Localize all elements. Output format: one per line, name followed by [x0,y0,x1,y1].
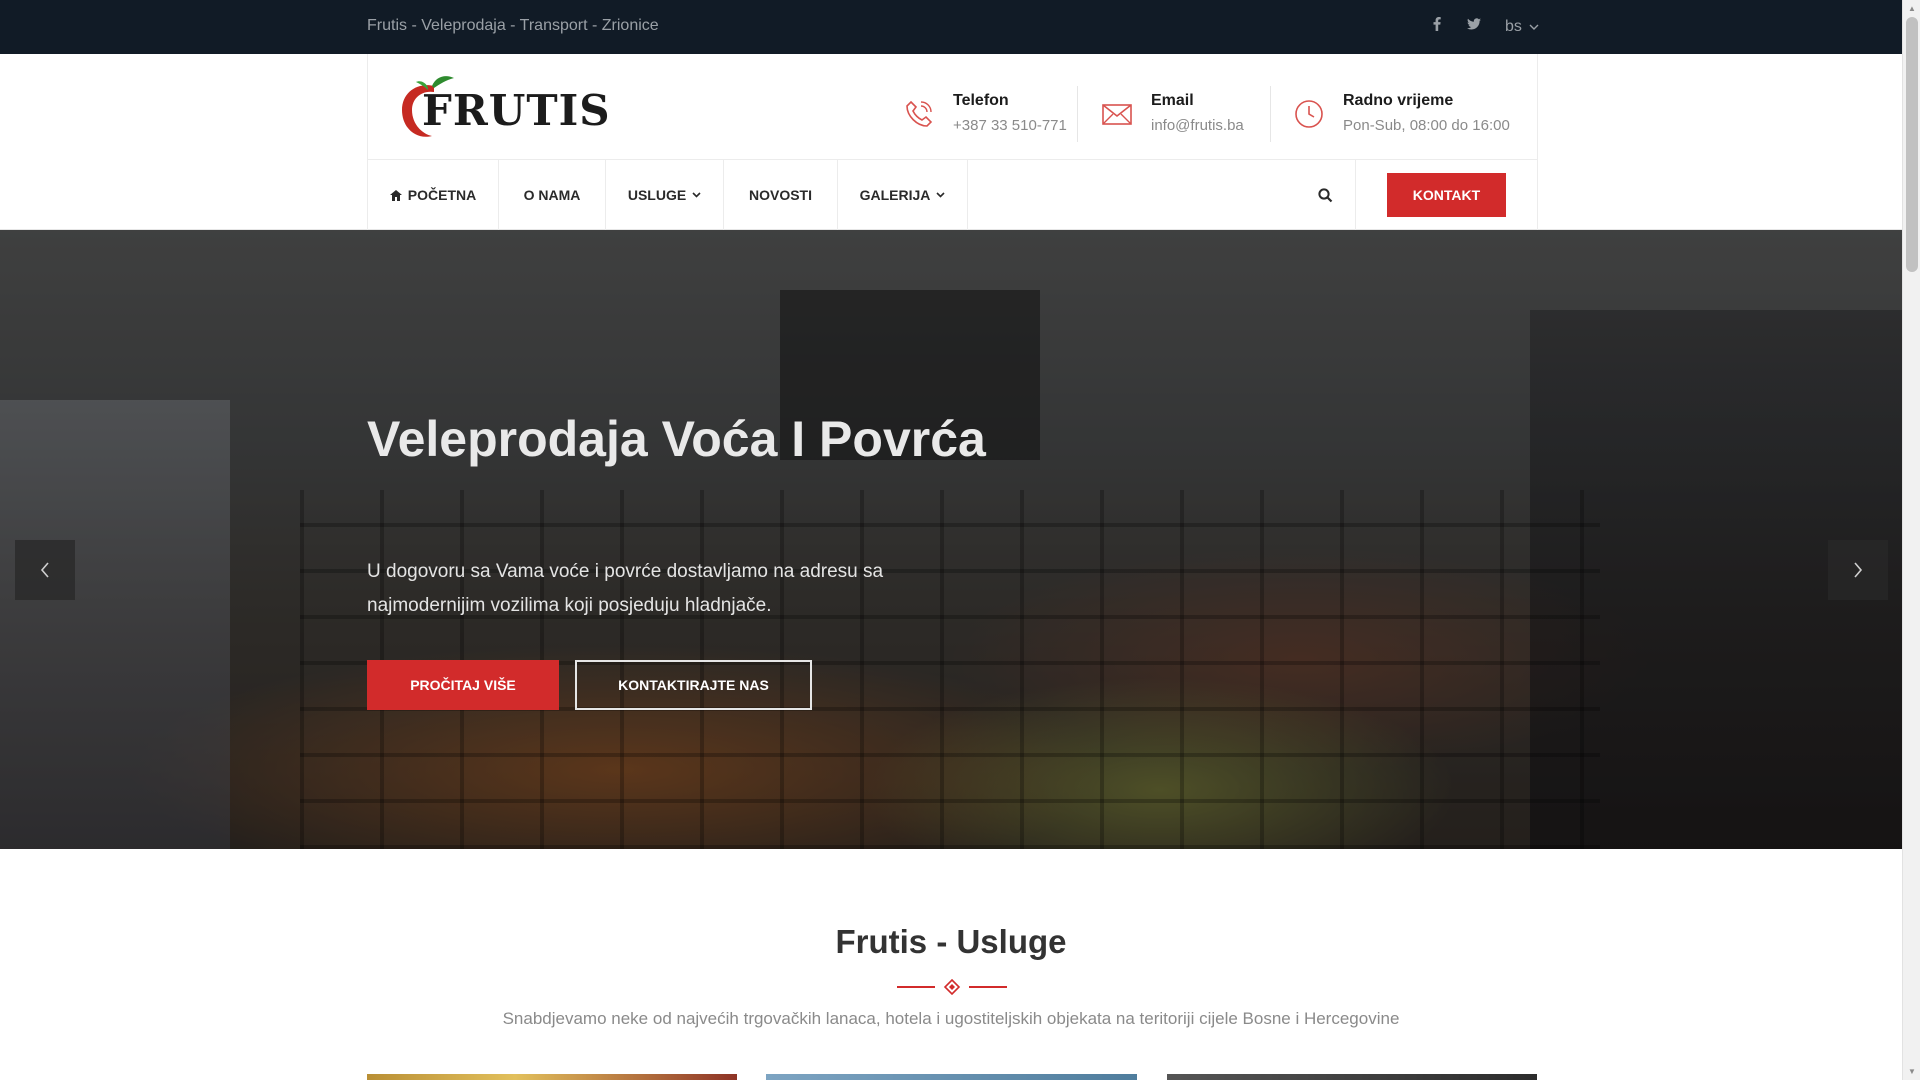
envelope-icon [1102,104,1132,125]
nav-item-usluge[interactable]: USLUGE [606,160,724,230]
email-value[interactable]: info@frutis.ba [1151,117,1244,134]
divider [1077,86,1078,142]
scrollbar-thumb[interactable] [1906,17,1918,272]
nav-label: O NAMA [523,187,581,203]
services-subtitle: Snabdjevamo neke od najvećih trgovačkih … [502,1009,1400,1028]
nav-label: NOVOSTI [748,187,812,203]
service-card-image[interactable] [766,1074,1137,1080]
service-card-image[interactable] [367,1074,737,1080]
chevron-down-icon [1529,24,1539,30]
twitter-icon[interactable] [1464,16,1484,36]
nav-label: POČETNA [407,187,477,203]
top-bar: Frutis - Veleprodaja - Transport - Zrion… [0,0,1902,54]
chevron-down-icon [936,192,945,198]
email-label: Email [1151,92,1194,109]
chevron-right-icon [1854,562,1863,578]
phone-icon [906,100,933,127]
hero-title: Veleprodaja Voća I Povrća [367,411,986,467]
search-button[interactable] [1310,180,1340,210]
hero-overlay [0,230,1902,849]
kontakt-button[interactable]: KONTAKT [1387,173,1506,217]
home-icon [389,189,402,201]
hours-value: Pon-Sub, 08:00 do 16:00 [1343,117,1510,134]
contact-us-button[interactable]: KONTAKTIRAJTE NAS [575,660,812,710]
logo[interactable]: FRUTIS [398,74,610,142]
hero-slider: Veleprodaja Voća I Povrća U dogovoru sa … [0,230,1902,849]
divider [1355,160,1356,230]
nav-label: GALERIJA [859,187,931,203]
phone-label: Telefon [953,92,1009,109]
hours-label: Radno vrijeme [1343,92,1454,109]
hero-text: U dogovoru sa Vama voće i povrće dostavl… [367,561,884,616]
service-card-image[interactable] [1167,1074,1537,1080]
nav-label: USLUGE [627,187,687,203]
slider-next-button[interactable] [1828,540,1888,600]
page-scrollbar[interactable]: ▲ ▼ [1902,0,1920,1080]
tagline: Frutis - Veleprodaja - Transport - Zrion… [367,17,659,34]
services-title: Frutis - Usluge [835,923,1067,960]
nav-item-galerija[interactable]: GALERIJA [838,160,968,230]
clock-icon [1295,100,1323,128]
read-more-button[interactable]: PROČITAJ VIŠE [367,660,559,710]
facebook-icon[interactable] [1427,16,1447,36]
scroll-up-arrow-icon[interactable]: ▲ [1903,0,1920,17]
nav-item-o-nama[interactable]: O NAMA [499,160,606,230]
language-label: bs [1505,18,1522,35]
divider [1270,86,1271,142]
language-selector[interactable]: bs [1505,18,1539,36]
phone-value[interactable]: +387 33 510-771 [953,117,1067,134]
chevron-down-icon [692,192,701,198]
logo-text: FRUTIS [422,86,611,135]
search-icon [1317,187,1332,202]
scroll-down-arrow-icon[interactable]: ▼ [1903,1063,1920,1080]
nav-item-pocetna[interactable]: POČETNA [367,160,499,230]
services-section: Frutis - Usluge Snabdjevamo neke od najv… [0,849,1902,1080]
nav-item-novosti[interactable]: NOVOSTI [724,160,838,230]
chevron-left-icon [40,562,49,578]
slider-prev-button[interactable] [15,540,75,600]
title-divider-icon [897,979,1007,995]
